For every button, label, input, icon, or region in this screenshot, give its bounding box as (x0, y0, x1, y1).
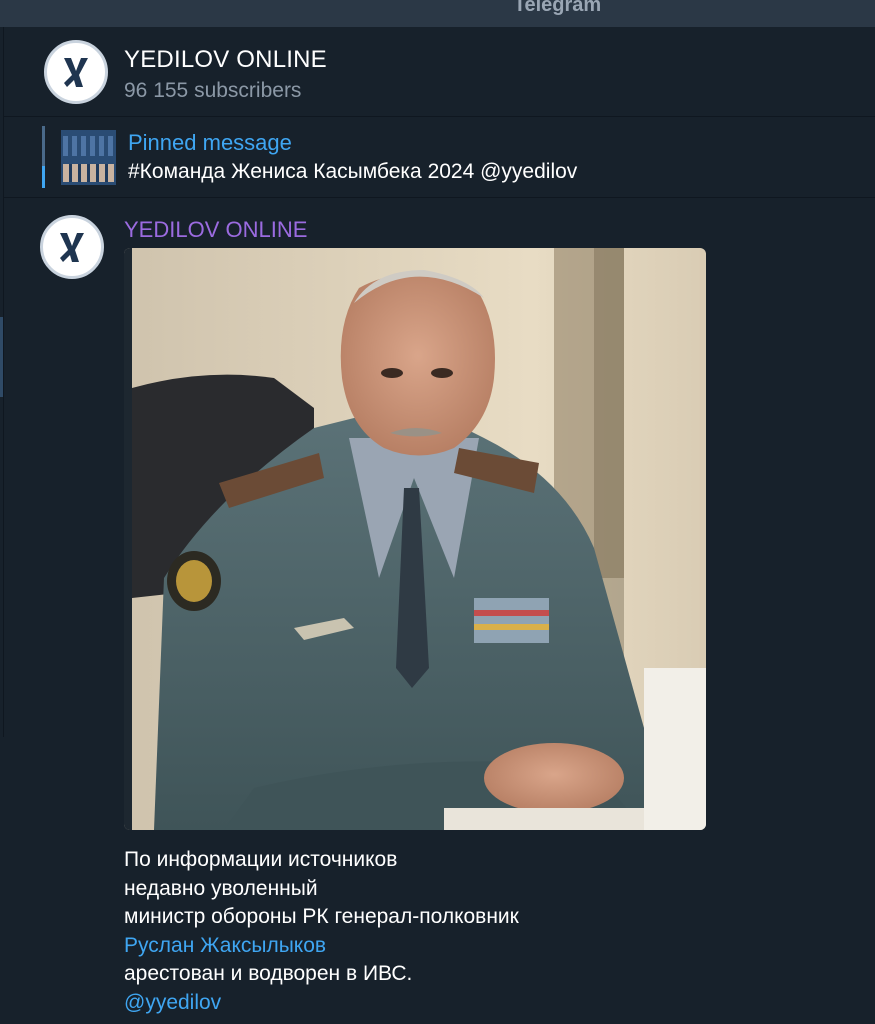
channel-avatar[interactable] (44, 40, 108, 104)
post-line: недавно уволенный (124, 876, 318, 900)
pinned-indicator-active (42, 166, 45, 188)
pinned-text: #Команда Жениса Касымбека 2024 @yyedilov (128, 160, 578, 183)
channel-header[interactable]: YEDILOV ONLINE 96 155 subscribers (4, 27, 875, 117)
post-photo[interactable] (124, 248, 706, 830)
pinned-thumbnail (61, 130, 116, 185)
post-line: арестован и водворен в ИВС. (124, 962, 413, 985)
window-titlebar: Telegram (0, 0, 875, 27)
channel-name[interactable]: YEDILOV ONLINE (124, 46, 327, 74)
post-author-name[interactable]: YEDILOV ONLINE (124, 217, 307, 243)
post-line: По информации источников (124, 848, 398, 871)
pinned-message-bar[interactable]: Pinned message #Команда Жениса Касымбека… (4, 118, 875, 198)
person-name-link[interactable]: Руслан Жаксылыков (124, 932, 744, 961)
app-title: Telegram (513, 0, 602, 16)
officer-portrait-image (124, 248, 706, 830)
post-author-avatar[interactable] (40, 215, 104, 279)
subscriber-count: 96 155 subscribers (124, 79, 302, 102)
yedilov-logo-icon (64, 58, 88, 87)
post-text: По информации источников недавно уволенн… (124, 846, 744, 1017)
mention-link[interactable]: @yyedilov (124, 989, 744, 1018)
active-chat-indicator (0, 317, 3, 397)
pinned-title: Pinned message (128, 130, 292, 155)
yedilov-logo-icon (60, 233, 84, 262)
post-line: министр обороны РК генерал-полковник (124, 905, 519, 928)
